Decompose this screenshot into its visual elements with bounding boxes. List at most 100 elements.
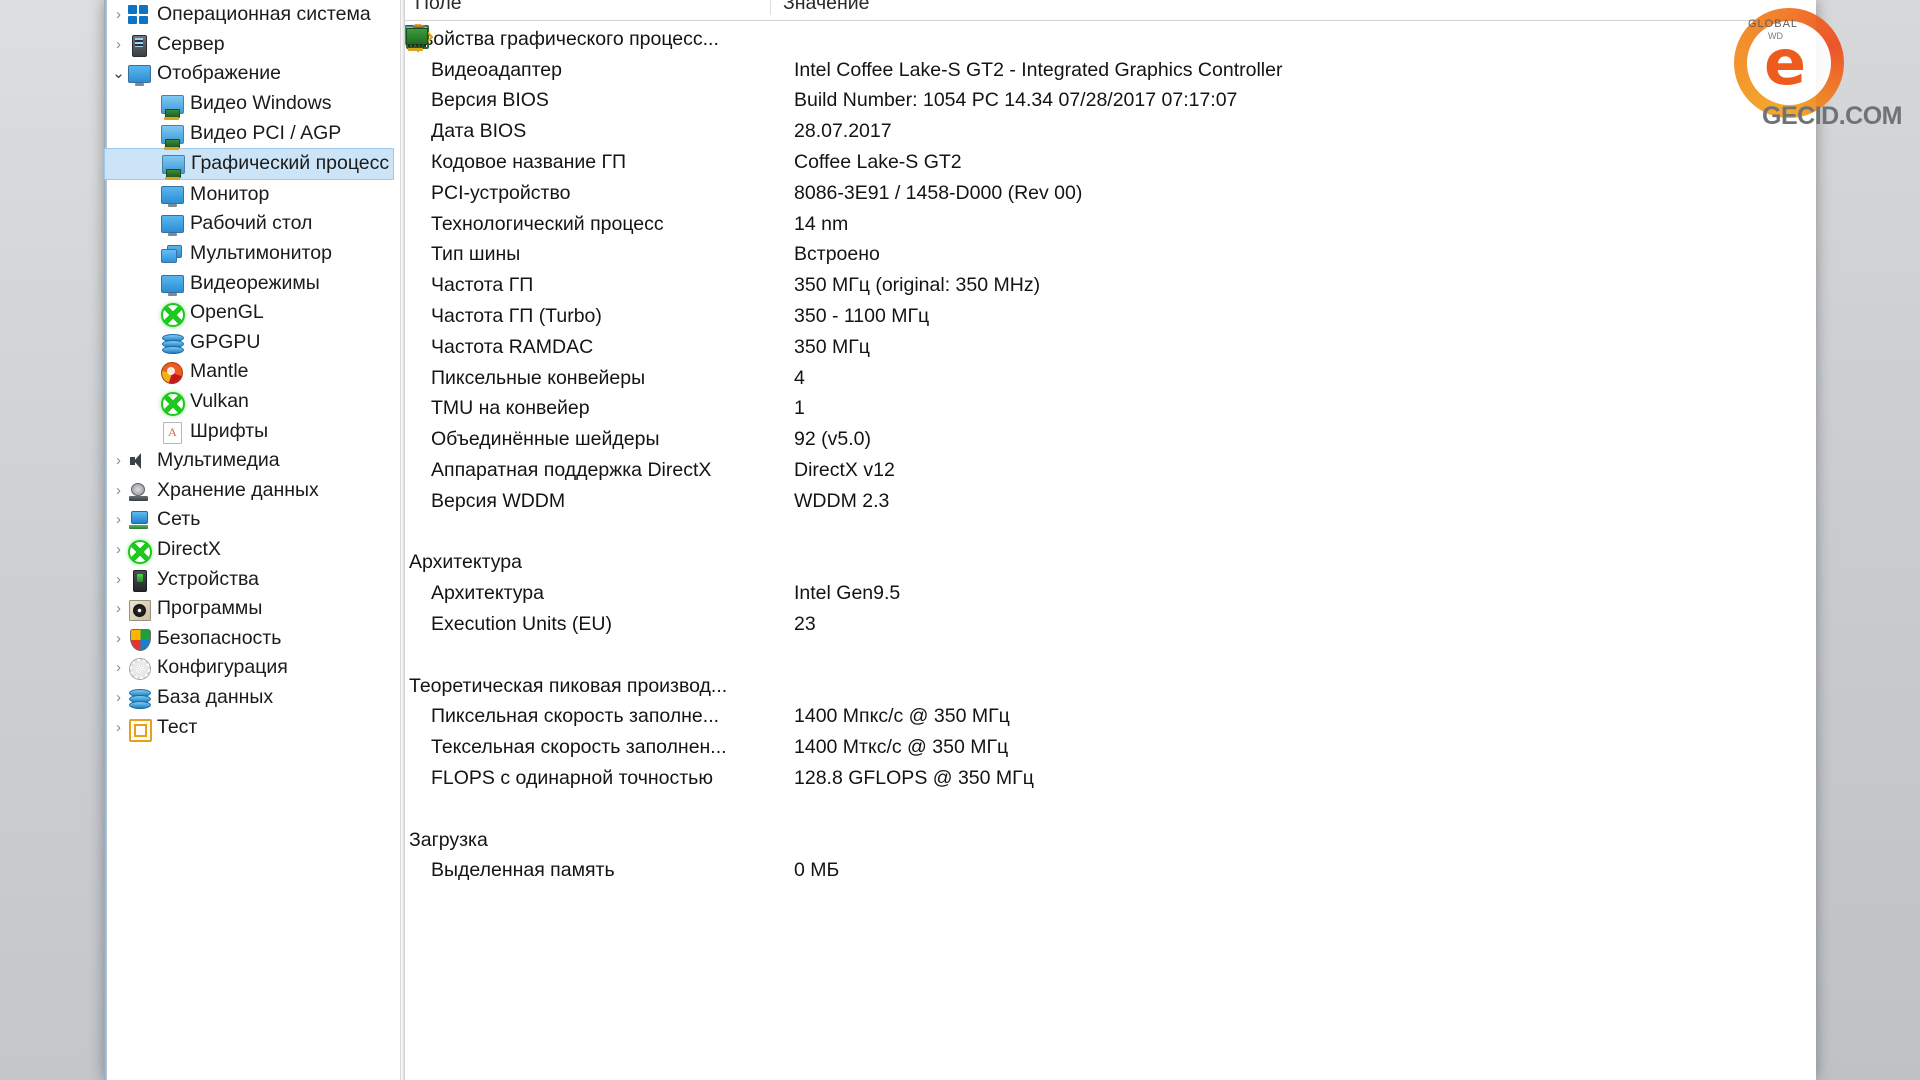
- tree-item-5[interactable]: Графический процесс: [104, 147, 394, 181]
- table-row[interactable]: Тип шины Встроено: [405, 26, 1816, 271]
- table-row[interactable]: Дата BIOS 28.07.2017: [405, 25, 1816, 147]
- tree-list[interactable]: › Операционная система › Сервер ⌄ Отображение…: [104, 0, 400, 742]
- tree-item-22[interactable]: › Конфигурация: [104, 653, 400, 683]
- table-row[interactable]: PCI-устройство 8086-3E91 / 1458-D000 (Rev…: [405, 25, 1816, 209]
- section-title: Теоретическая пиковая производ...: [409, 674, 728, 697]
- tree-item-9[interactable]: Видеорежимы: [104, 268, 400, 298]
- table-row[interactable]: Частота ГП 350 МГц (original: 350 MHz): [405, 26, 1816, 301]
- detail-rows[interactable]: Свойства графического процесс... Видеоада…: [405, 24, 1816, 1080]
- tree-item-12[interactable]: Mantle: [104, 357, 400, 387]
- table-row[interactable]: Версия WDDM WDDM 2.3: [405, 25, 1816, 517]
- row-field-label: Видеоадаптер: [431, 58, 562, 81]
- chevron-right-icon[interactable]: ›: [111, 601, 126, 616]
- chevron-right-icon[interactable]: ›: [111, 631, 126, 646]
- tree-item-label: Сеть: [157, 508, 201, 531]
- row-field-cell: Кодовое название ГП: [405, 26, 786, 174]
- row-field-cell: Технологический процесс: [405, 26, 786, 236]
- chevron-right-icon[interactable]: ›: [111, 37, 126, 52]
- table-row[interactable]: Архитектура Intel Gen9.5: [405, 26, 1816, 609]
- table-row[interactable]: Кодовое название ГП Coffee Lake-S GT2: [405, 26, 1816, 178]
- table-row[interactable]: Объединённые шейдеры 92 (v5.0): [405, 26, 1816, 455]
- column-header-field[interactable]: Поле: [405, 0, 770, 15]
- tree-item-7[interactable]: Рабочий стол: [104, 209, 400, 239]
- table-row[interactable]: Частота RAMDAC 350 МГц: [405, 25, 1816, 363]
- row-value-cell: 350 МГц: [794, 335, 870, 358]
- watermark-e-glyph: e: [1764, 26, 1806, 99]
- tree-item-15[interactable]: › Мультимедиа: [104, 446, 400, 476]
- tree-item-24[interactable]: › Тест: [104, 712, 400, 742]
- mantle-icon: [161, 361, 183, 385]
- table-row[interactable]: Частота ГП (Turbo) 350 - 1100 МГц: [405, 26, 1816, 332]
- row-field-cell: Выделенная память: [405, 28, 786, 882]
- tree-item-3[interactable]: Видео Windows: [104, 89, 400, 121]
- tree-item-19[interactable]: › Устройства: [104, 564, 400, 594]
- section-header-row[interactable]: Свойства графического процесс...: [405, 24, 1816, 55]
- section-header-row[interactable]: ⌛Загрузка: [405, 25, 1816, 856]
- tree-item-label: Видеорежимы: [190, 271, 320, 294]
- row-value-cell: Встроено: [794, 243, 880, 266]
- chevron-right-icon[interactable]: ›: [111, 483, 126, 498]
- row-value-cell: 350 - 1100 МГц: [794, 305, 930, 328]
- tree-item-18[interactable]: › DirectX: [104, 535, 400, 565]
- tree-item-6[interactable]: Монитор: [104, 180, 400, 210]
- table-row[interactable]: Выделенная память 0 МБ: [405, 28, 1816, 887]
- server-icon: [128, 34, 150, 57]
- table-row[interactable]: Технологический процесс 14 nm: [405, 26, 1816, 240]
- tree-item-label: Видео PCI / AGP: [190, 121, 342, 144]
- table-row[interactable]: Execution Units (EU) 23: [405, 25, 1816, 640]
- tree-item-20[interactable]: › Программы: [104, 594, 400, 624]
- tree-item-23[interactable]: › База данных: [104, 683, 400, 713]
- table-row[interactable]: FLOPS с одинарной точностью 128.8 GFLOPS …: [405, 26, 1816, 794]
- row-field-label: Execution Units (EU): [431, 613, 612, 636]
- tree-item-8[interactable]: Мультимонитор: [104, 239, 400, 269]
- detail-pane[interactable]: Поле Значение Свойства графического проц…: [401, 0, 1816, 1080]
- table-row[interactable]: TMU на конвейер 1: [405, 26, 1816, 425]
- tree-item-13[interactable]: Vulkan: [104, 387, 400, 417]
- chevron-right-icon[interactable]: ›: [111, 572, 126, 587]
- monitor-icon: [161, 273, 184, 296]
- row-field-label: Версия BIOS: [431, 89, 549, 112]
- row-field-cell: Частота RAMDAC: [405, 25, 786, 359]
- section-header-row[interactable]: Архитектура: [405, 26, 1816, 579]
- chevron-right-icon[interactable]: ›: [111, 7, 126, 22]
- tree-item-1[interactable]: › Сервер: [104, 30, 400, 60]
- tree-item-label: Рабочий стол: [190, 212, 313, 235]
- navigation-tree-pane[interactable]: › Операционная система › Сервер ⌄ Отображение…: [104, 0, 401, 1080]
- tree-item-21[interactable]: › Безопасность: [104, 623, 400, 653]
- tree-item-11[interactable]: GPGPU: [104, 328, 400, 358]
- tree-item-4[interactable]: Видео PCI / AGP: [104, 118, 400, 150]
- tree-item-2[interactable]: ⌄ Отображение: [104, 59, 400, 89]
- section-header-row[interactable]: Теоретическая пиковая производ...: [405, 24, 1816, 702]
- table-row[interactable]: Пиксельные конвейеры 4: [405, 26, 1816, 394]
- tree-item-16[interactable]: › Хранение данных: [104, 476, 400, 506]
- table-row[interactable]: Пиксельная скорость заполне... 1400 Мпкс/…: [405, 26, 1816, 733]
- chevron-right-icon[interactable]: ›: [111, 512, 126, 527]
- tree-item-17[interactable]: › Сеть: [104, 505, 400, 535]
- row-field-label: Аппаратная поддержка DirectX: [431, 459, 712, 482]
- section-title: Свойства графического процесс...: [409, 27, 719, 50]
- row-field-cell: Версия BIOS: [405, 25, 786, 112]
- row-field-label: TMU на конвейер: [431, 397, 590, 420]
- table-row[interactable]: Аппаратная поддержка DirectX DirectX v12: [405, 25, 1816, 486]
- table-row[interactable]: Видеоадаптер Intel Coffee Lake-S GT2 - In…: [405, 26, 1816, 86]
- chevron-right-icon[interactable]: ›: [111, 453, 126, 468]
- chevron-right-icon[interactable]: ›: [111, 542, 126, 557]
- tree-item-10[interactable]: OpenGL: [104, 298, 400, 328]
- table-row[interactable]: Версия BIOS Build Number: 1054 PC 14.34 0…: [405, 25, 1816, 117]
- tree-item-label: Программы: [157, 597, 263, 620]
- row-field-label: Тексельная скорость заполнен...: [431, 736, 727, 759]
- chevron-down-icon[interactable]: ⌄: [111, 66, 126, 81]
- tree-item-0[interactable]: › Операционная система: [104, 0, 400, 30]
- table-row[interactable]: Тексельная скорость заполнен... 1400 Мткс…: [405, 26, 1816, 763]
- tree-item-14[interactable]: A Шрифты: [104, 416, 400, 446]
- row-field-cell: Объединённые шейдеры: [405, 26, 786, 451]
- windows-icon: [128, 4, 150, 25]
- row-field-cell: FLOPS с одинарной точностью: [405, 26, 786, 790]
- watermark-brand-text: GECID.COM: [1762, 102, 1902, 130]
- row-value-cell: Build Number: 1054 PC 14.34 07/28/2017 0…: [794, 89, 1238, 112]
- chevron-right-icon[interactable]: ›: [111, 660, 126, 675]
- column-header-value[interactable]: Значение: [770, 0, 1816, 15]
- chevron-right-icon[interactable]: ›: [111, 690, 126, 705]
- chevron-right-icon[interactable]: ›: [111, 720, 126, 735]
- tree-item-label: Шрифты: [190, 419, 269, 442]
